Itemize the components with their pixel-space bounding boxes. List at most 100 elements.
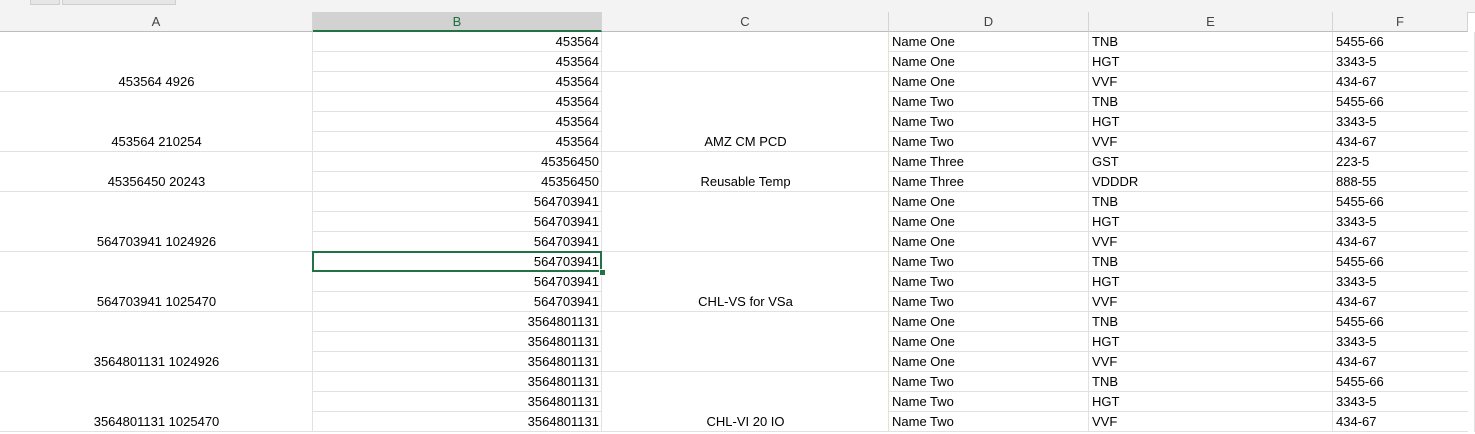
cell-d[interactable]: Name Two: [889, 412, 1089, 432]
cell-e[interactable]: TNB: [1089, 252, 1333, 272]
cell-e[interactable]: HGT: [1089, 392, 1333, 412]
cell-e[interactable]: HGT: [1089, 212, 1333, 232]
cell-f[interactable]: 434-67: [1333, 412, 1468, 432]
cell-b[interactable]: 564703941: [313, 292, 602, 312]
cell-e[interactable]: VDDDR: [1089, 172, 1333, 192]
cell-b[interactable]: 453564: [313, 72, 602, 92]
merged-cell-a[interactable]: 564703941 1024926: [0, 232, 313, 252]
merged-cell-a[interactable]: 453564 4926: [0, 72, 313, 92]
merged-cell-c[interactable]: [602, 352, 889, 372]
cell-b[interactable]: 3564801131: [313, 352, 602, 372]
merged-cell-a[interactable]: 564703941 1025470: [0, 292, 313, 312]
cell-e[interactable]: HGT: [1089, 272, 1333, 292]
merged-cell-c[interactable]: CHL-VI 20 IO: [602, 412, 889, 432]
cell-f[interactable]: 223-5: [1333, 152, 1468, 172]
cell-f[interactable]: 3343-5: [1333, 332, 1468, 352]
cell-d[interactable]: Name One: [889, 52, 1089, 72]
merged-cell-c[interactable]: CHL-VS for VSa: [602, 292, 889, 312]
cell-d[interactable]: Name Two: [889, 392, 1089, 412]
cell-f[interactable]: 3343-5: [1333, 212, 1468, 232]
cell-f[interactable]: 3343-5: [1333, 392, 1468, 412]
cell-b[interactable]: 453564: [313, 52, 602, 72]
cell-b[interactable]: 453564: [313, 92, 602, 112]
cell-b[interactable]: 3564801131: [313, 312, 602, 332]
cell-e[interactable]: TNB: [1089, 32, 1333, 52]
cell-d[interactable]: Name One: [889, 352, 1089, 372]
cell-b[interactable]: 3564801131: [313, 392, 602, 412]
cell-e[interactable]: GST: [1089, 152, 1333, 172]
cell-b[interactable]: 453564: [313, 132, 602, 152]
cell-b[interactable]: 45356450: [313, 152, 602, 172]
cell-f[interactable]: 888-55: [1333, 172, 1468, 192]
cell-d[interactable]: Name Two: [889, 112, 1089, 132]
cell-b[interactable]: 3564801131: [313, 332, 602, 352]
column-header-f[interactable]: F: [1333, 12, 1468, 32]
cell-e[interactable]: VVF: [1089, 352, 1333, 372]
cell-d[interactable]: Name Three: [889, 152, 1089, 172]
cell-f[interactable]: 3343-5: [1333, 52, 1468, 72]
column-header-a[interactable]: A: [0, 12, 313, 32]
column-header-b[interactable]: B: [313, 12, 602, 32]
cell-e[interactable]: HGT: [1089, 332, 1333, 352]
cell-e[interactable]: VVF: [1089, 72, 1333, 92]
cell-b[interactable]: 564703941: [313, 212, 602, 232]
cell-b[interactable]: 564703941: [313, 232, 602, 252]
cell-b[interactable]: 564703941: [313, 192, 602, 212]
cell-d[interactable]: Name Two: [889, 252, 1089, 272]
merged-cell-c[interactable]: AMZ CM PCD: [602, 132, 889, 152]
cell-d[interactable]: Name Two: [889, 92, 1089, 112]
cell-f[interactable]: 434-67: [1333, 292, 1468, 312]
merged-cell-c[interactable]: Reusable Temp: [602, 172, 889, 192]
cell-b[interactable]: 453564: [313, 112, 602, 132]
cell-b[interactable]: 3564801131: [313, 372, 602, 392]
cell-f[interactable]: 434-67: [1333, 352, 1468, 372]
cell-d[interactable]: Name One: [889, 312, 1089, 332]
cell-f[interactable]: 5455-66: [1333, 372, 1468, 392]
cell-e[interactable]: HGT: [1089, 52, 1333, 72]
cell-f[interactable]: 5455-66: [1333, 312, 1468, 332]
merged-cell-a[interactable]: 3564801131 1025470: [0, 412, 313, 432]
column-header-c[interactable]: C: [602, 12, 889, 32]
column-header-e[interactable]: E: [1089, 12, 1333, 32]
cell-e[interactable]: TNB: [1089, 372, 1333, 392]
active-cell-selection[interactable]: [312, 251, 602, 272]
merged-cell-a[interactable]: 45356450 20243: [0, 172, 313, 192]
cell-d[interactable]: Name One: [889, 192, 1089, 212]
merged-cell-a[interactable]: 3564801131 1024926: [0, 352, 313, 372]
cell-e[interactable]: VVF: [1089, 292, 1333, 312]
cell-f[interactable]: 3343-5: [1333, 272, 1468, 292]
cell-f[interactable]: 3343-5: [1333, 112, 1468, 132]
merged-cell-a[interactable]: 453564 210254: [0, 132, 313, 152]
cell-f[interactable]: 434-67: [1333, 232, 1468, 252]
cell-e[interactable]: VVF: [1089, 232, 1333, 252]
cell-d[interactable]: Name Two: [889, 272, 1089, 292]
cell-e[interactable]: TNB: [1089, 312, 1333, 332]
sheet-tab-edge[interactable]: [62, 0, 176, 5]
cell-e[interactable]: HGT: [1089, 112, 1333, 132]
cell-d[interactable]: Name Two: [889, 372, 1089, 392]
merged-cell-c[interactable]: [602, 232, 889, 252]
cell-d[interactable]: Name Three: [889, 172, 1089, 192]
cell-f[interactable]: 434-67: [1333, 72, 1468, 92]
cell-d[interactable]: Name Two: [889, 292, 1089, 312]
fill-handle[interactable]: [599, 269, 606, 276]
cell-d[interactable]: Name One: [889, 72, 1089, 92]
cell-e[interactable]: TNB: [1089, 192, 1333, 212]
cell-e[interactable]: VVF: [1089, 132, 1333, 152]
cell-f[interactable]: 5455-66: [1333, 92, 1468, 112]
cell-d[interactable]: Name One: [889, 212, 1089, 232]
cell-d[interactable]: Name Two: [889, 132, 1089, 152]
cell-d[interactable]: Name One: [889, 232, 1089, 252]
merged-cell-c[interactable]: [602, 52, 889, 72]
cell-f[interactable]: 5455-66: [1333, 32, 1468, 52]
cell-e[interactable]: TNB: [1089, 92, 1333, 112]
cell-b[interactable]: 45356450: [313, 172, 602, 192]
sheet-tab-edge[interactable]: [30, 0, 60, 5]
cell-b[interactable]: 564703941: [313, 272, 602, 292]
cell-e[interactable]: VVF: [1089, 412, 1333, 432]
cell-d[interactable]: Name One: [889, 332, 1089, 352]
cell-f[interactable]: 5455-66: [1333, 252, 1468, 272]
cell-f[interactable]: 5455-66: [1333, 192, 1468, 212]
cell-b[interactable]: 453564: [313, 32, 602, 52]
cell-f[interactable]: 434-67: [1333, 132, 1468, 152]
